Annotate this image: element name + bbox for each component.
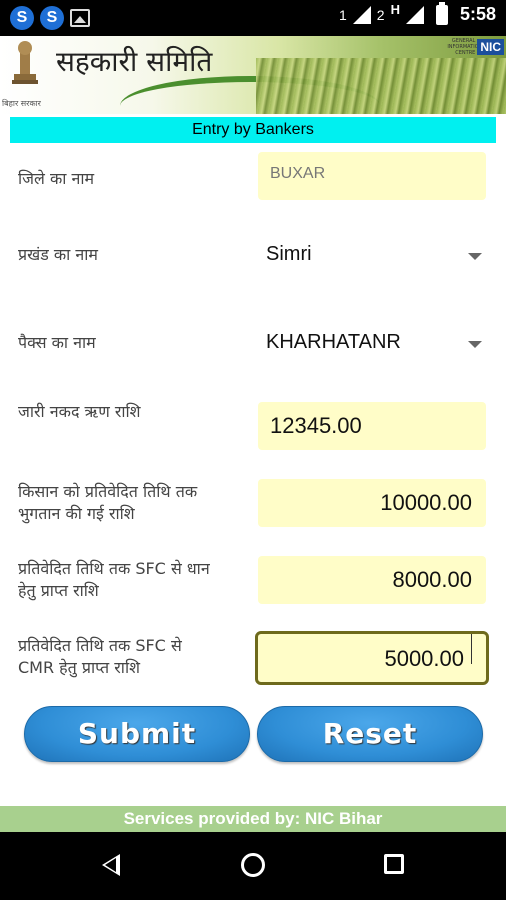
sim2-label: 2 bbox=[376, 6, 385, 23]
loan-amount-value: 12345.00 bbox=[270, 413, 362, 438]
app-banner: बिहार सरकार सहकारी समिति GENERAL INFORMA… bbox=[0, 36, 506, 114]
notification-icons: S S bbox=[10, 6, 90, 30]
app-notification-icon: S bbox=[10, 6, 34, 30]
paddy-received-field[interactable]: 8000.00 bbox=[258, 556, 486, 604]
footer-credit: Services provided by: NIC Bihar bbox=[0, 806, 506, 832]
emblem-icon bbox=[12, 41, 38, 84]
district-value: BUXAR bbox=[270, 165, 326, 182]
app-notification-icon: S bbox=[40, 6, 64, 30]
paddy-received-value: 8000.00 bbox=[392, 567, 472, 592]
block-dropdown[interactable]: Simri bbox=[264, 235, 486, 275]
page-title: Entry by Bankers bbox=[10, 117, 496, 143]
emblem-caption: बिहार सरकार bbox=[2, 99, 41, 108]
sim1-label: 1 bbox=[338, 6, 347, 23]
paddy-received-label-line2: हेतु प्राप्त राशि bbox=[18, 581, 99, 600]
district-label: जिले का नाम bbox=[18, 169, 95, 188]
signal-icon bbox=[352, 5, 371, 24]
app-title: सहकारी समिति bbox=[56, 45, 213, 78]
block-label: प्रखंड का नाम bbox=[18, 245, 98, 264]
signal-icon bbox=[405, 5, 424, 24]
cmr-received-label-line1: प्रतिवेदित तिथि तक SFC से bbox=[18, 636, 182, 655]
district-field[interactable]: BUXAR bbox=[258, 152, 486, 200]
submit-button[interactable]: Submit bbox=[24, 706, 250, 762]
paddy-field-image bbox=[256, 58, 506, 114]
network-type-label: H bbox=[390, 2, 400, 17]
block-selected-value: Simri bbox=[266, 243, 312, 265]
nic-logo-text: NIC bbox=[477, 39, 504, 55]
clock: 5:58 bbox=[459, 4, 496, 24]
paddy-received-label-line1: प्रतिवेदित तिथि तक SFC से धान bbox=[18, 559, 210, 578]
farmer-paid-label-line1: किसान को प्रतिवेदित तिथि तक bbox=[18, 482, 198, 501]
farmer-paid-value: 10000.00 bbox=[380, 490, 472, 515]
status-bar: S S 1 2 H 5:58 bbox=[0, 0, 506, 36]
paddy-received-label: प्रतिवेदित तिथि तक SFC से धान हेतु प्राप… bbox=[18, 558, 210, 602]
navigation-bar bbox=[0, 832, 506, 900]
cmr-received-label: प्रतिवेदित तिथि तक SFC से CMR हेतु प्राप… bbox=[18, 635, 182, 679]
cmr-received-label-line2: CMR हेतु प्राप्त राशि bbox=[18, 658, 140, 677]
nic-logo-caption: GENERAL INFORMATICS CENTRE bbox=[447, 38, 482, 56]
reset-button[interactable]: Reset bbox=[257, 706, 483, 762]
cmr-received-value: 5000.00 bbox=[384, 646, 464, 671]
farmer-paid-label-line2: भुगतान की गई राशि bbox=[18, 504, 135, 523]
pacs-label: पैक्स का नाम bbox=[18, 333, 96, 352]
back-icon[interactable] bbox=[102, 854, 120, 876]
system-icons: 1 2 H 5:58 bbox=[338, 1, 496, 25]
dropdown-arrow-icon bbox=[468, 341, 482, 348]
pacs-dropdown[interactable]: KHARHATANR bbox=[264, 323, 486, 363]
pacs-selected-value: KHARHATANR bbox=[266, 331, 401, 353]
cmr-received-field[interactable]: 5000.00 bbox=[255, 631, 489, 685]
farmer-paid-field[interactable]: 10000.00 bbox=[258, 479, 486, 527]
image-notification-icon bbox=[70, 9, 90, 27]
home-icon[interactable] bbox=[241, 853, 265, 877]
loan-amount-field[interactable]: 12345.00 bbox=[258, 402, 486, 450]
farmer-paid-label: किसान को प्रतिवेदित तिथि तक भुगतान की गई… bbox=[18, 481, 197, 525]
battery-icon bbox=[435, 1, 448, 25]
dropdown-arrow-icon bbox=[468, 253, 482, 260]
text-cursor bbox=[471, 634, 472, 664]
recent-apps-icon[interactable] bbox=[384, 854, 404, 874]
loan-amount-label: जारी नकद ऋण राशि bbox=[18, 402, 141, 421]
nic-logo: GENERAL INFORMATICS CENTRE NIC bbox=[447, 38, 504, 56]
